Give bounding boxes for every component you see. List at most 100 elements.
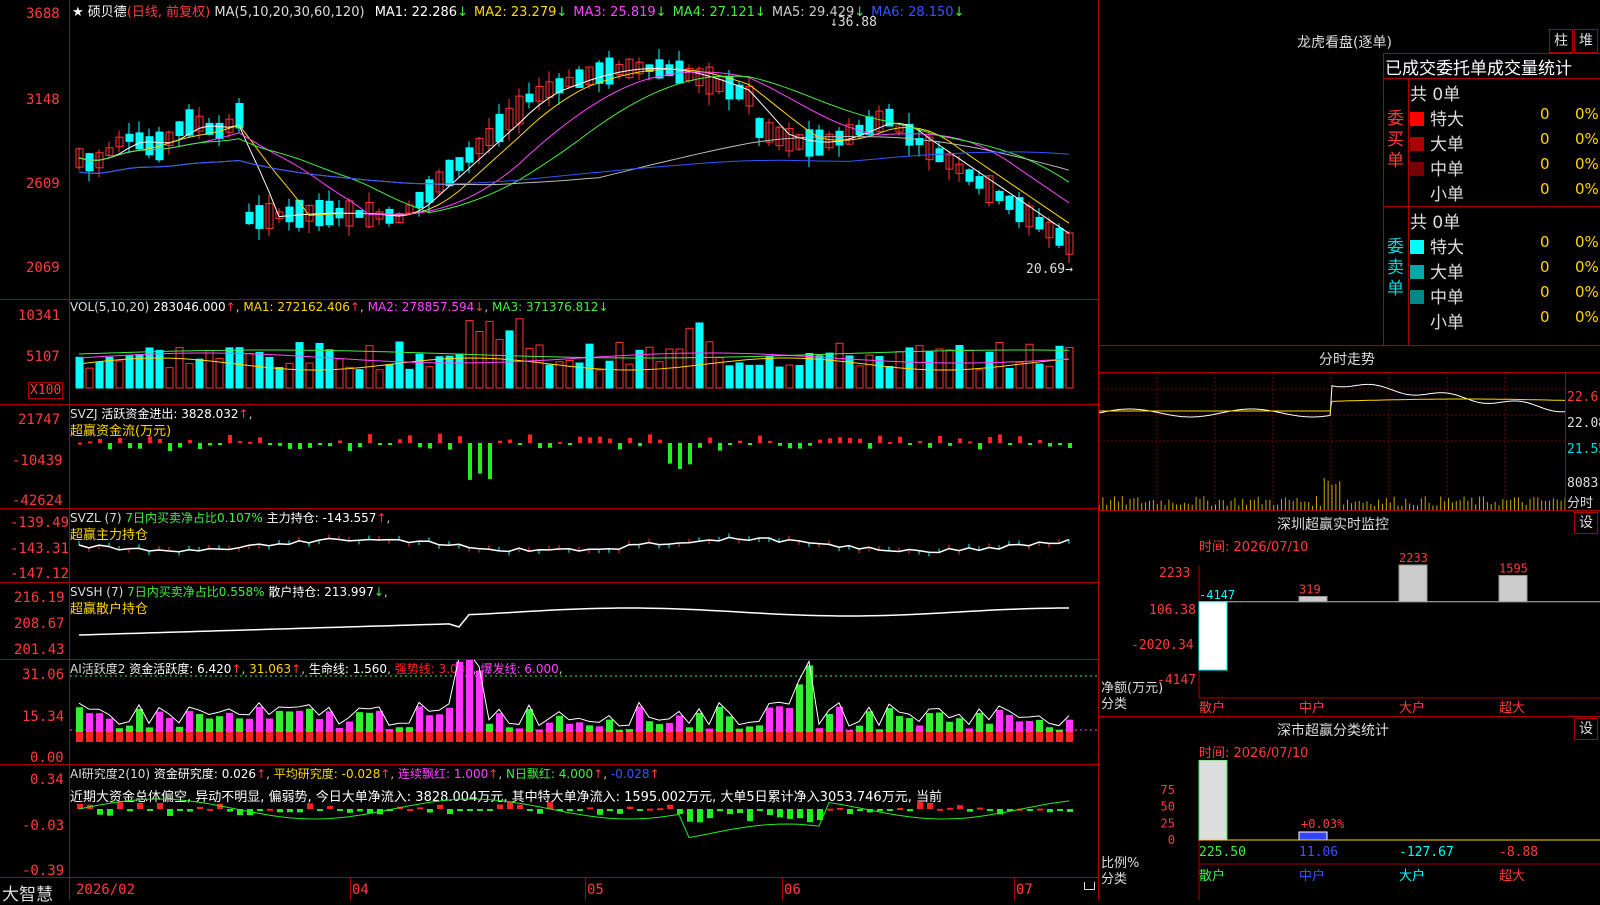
research-bar [897,808,903,811]
volume-bar [595,369,604,389]
volume-bar [725,365,734,389]
flow-bar [428,443,432,449]
monitor-settings-button[interactable]: 设 [1574,512,1598,534]
research-bar [147,809,153,811]
vol-unit-button[interactable]: X100 [28,382,64,399]
volume-bar [905,347,914,389]
activity-base [1046,732,1053,742]
price-low-marker: 20.69→ [1026,262,1073,277]
color-swatch [1410,240,1424,254]
svzj-axis-label: -42624 [12,493,63,509]
volume-bar [295,342,304,389]
activity-base [396,732,403,742]
row-label: 大单 [1430,263,1464,283]
activity-base [366,732,373,742]
flow-bar [308,443,312,448]
activity-base [246,732,253,742]
activity-base [446,732,453,742]
class-value-label: 225.50 [1199,845,1246,860]
activity-base [76,732,83,742]
bar-mode-button[interactable]: 柱 [1549,29,1573,53]
flow-bar [758,435,762,443]
activity-base [736,732,743,742]
flow-bar [338,440,342,443]
flow-bar [258,437,262,443]
volume-bar [335,358,344,389]
flow-bar [958,438,962,443]
volume-bar [415,353,424,389]
stack-mode-button[interactable]: 堆 [1574,29,1598,53]
flow-bar [798,443,802,449]
research-bar [537,809,543,814]
stats-title: 已成交委托单成交量统计 [1385,59,1572,79]
activity-base [166,732,173,742]
research-bar [917,802,923,809]
category-label: 散户 [1199,868,1225,884]
activity-base [506,732,513,742]
flow-bar [948,443,952,446]
research-bar [107,809,113,816]
volume-bar [765,355,774,389]
activity-base [606,732,613,742]
activity-base [756,732,763,742]
volume-bar [95,361,104,389]
intraday-title: 分时走势 [1319,352,1375,368]
volume-bar [495,339,504,389]
activity-base [836,732,843,742]
flow-bar [1008,443,1012,445]
flow-bar [168,443,172,452]
volume-bar [85,367,94,389]
activity-base [496,732,503,742]
research-chart [77,798,1073,839]
volume-bar [105,356,114,389]
activity-base [356,732,363,742]
activity-base [186,732,193,742]
volume-bar [155,349,164,389]
flow-bar [858,438,862,443]
price-high-marker: ↓36.88 [830,15,877,30]
volume-bar [445,355,454,389]
main-chart-area[interactable]: 3688 3148 2609 2069 ★ 硕贝德(日线, 前复权) MA(5,… [0,0,1099,905]
flow-bar [218,443,222,445]
flow-bar [1068,443,1072,448]
activity-base [666,732,673,742]
ma-line [78,151,1070,185]
volume-bar [475,330,484,389]
buy-total: 共 0单 [1410,85,1461,105]
row-volume: 0 [1540,130,1550,148]
flow-bar [388,443,392,445]
activity-base [386,732,393,742]
volume-bar [215,357,224,389]
candle-body [385,208,394,224]
lock-icon[interactable] [1084,882,1095,890]
volume-bar [705,341,714,389]
candle-body [525,93,534,103]
activity-base [926,732,933,742]
research-bar [427,809,433,813]
row-volume: 0 [1540,308,1550,326]
flow-bar [778,443,782,446]
research-bar [117,802,123,809]
flow-bar [98,438,102,443]
activity-base [226,732,233,742]
research-bar [797,809,803,819]
flow-bar [658,439,662,443]
research-bar [857,809,863,811]
activity-base [326,732,333,742]
volume-bar [735,362,744,389]
activity-base [676,732,683,742]
volume-bar [565,359,574,389]
volume-bar [995,341,1004,389]
research-bar [357,809,363,812]
volume-bar [205,350,214,389]
flow-bar [698,443,702,448]
buy-orders-label: 委买单 [1387,109,1404,171]
price-axis-label: 2609 [26,176,60,192]
row-label: 小单 [1430,185,1464,205]
class-settings-button[interactable]: 设 [1574,718,1598,740]
research-bar [777,809,783,818]
flow-bar [328,443,332,447]
monitor-bar [1398,564,1428,603]
activity-base [996,732,1003,742]
volume-bar [305,362,314,389]
